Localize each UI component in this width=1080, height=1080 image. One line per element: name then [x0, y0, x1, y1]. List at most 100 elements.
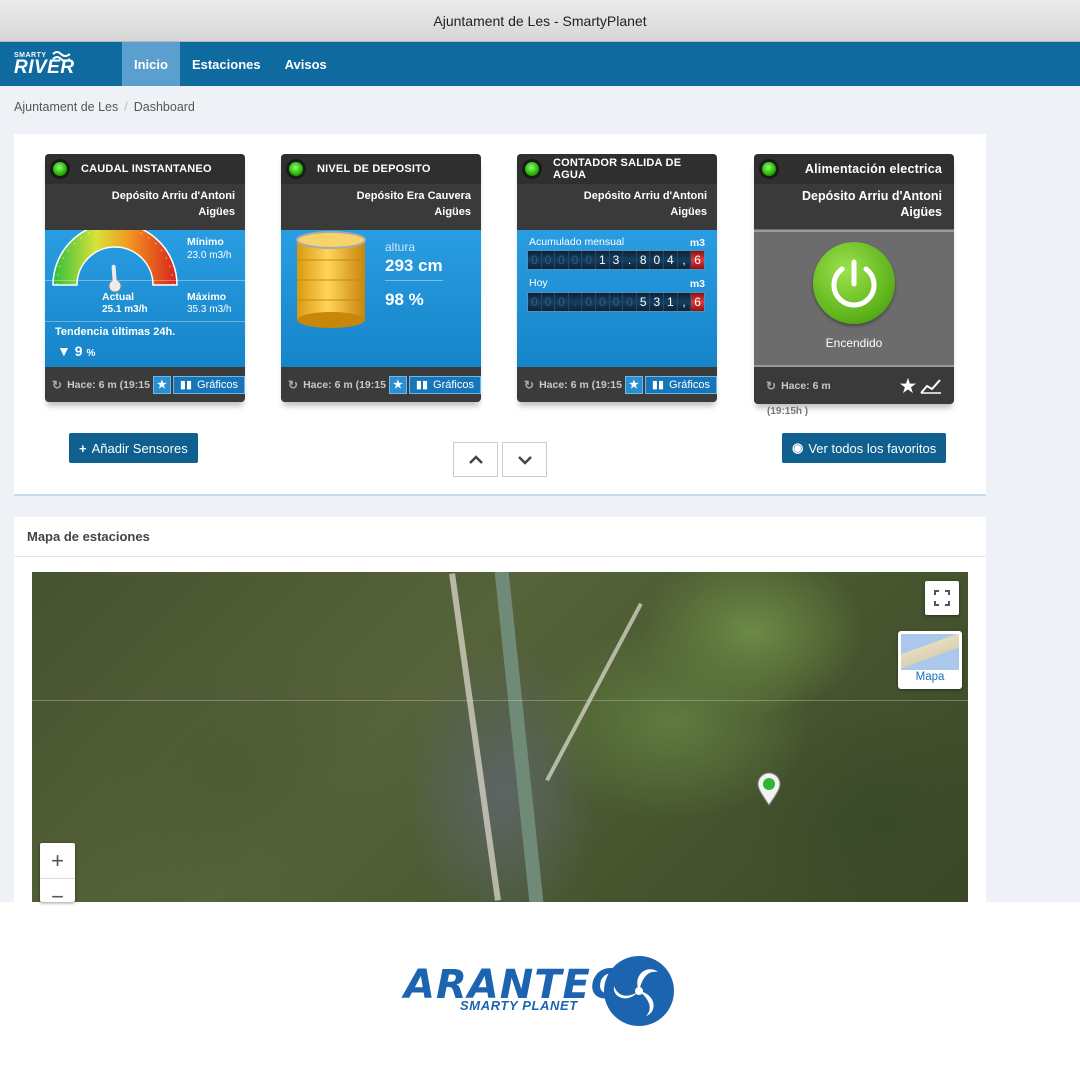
station-marker-icon[interactable] [756, 772, 782, 806]
height-value: 293 cm [385, 256, 443, 275]
widget-body: Encendido [754, 230, 954, 367]
fill-percent: 98 % [385, 290, 424, 309]
wave-icon [52, 51, 71, 62]
graphs-label: Gráficos [197, 378, 238, 391]
favorite-star-button[interactable]: ★ [624, 375, 643, 394]
nav-estaciones[interactable]: Estaciones [180, 42, 273, 86]
max-value: 35.3 m3/h [187, 304, 231, 315]
graphs-button[interactable]: ▮▮ Gráficos [172, 375, 245, 394]
top-navbar: SMARTY RIVER Inicio Estaciones Avisos [0, 42, 1080, 86]
zoom-out-button[interactable]: − [40, 879, 75, 903]
counter-digit: 0 [541, 251, 556, 269]
widget-sub: Aigües [670, 206, 707, 218]
widget-header: NIVEL DE DEPOSITO [281, 154, 481, 184]
max-number: 35.3 [187, 304, 207, 315]
counter-digit: 0 [541, 293, 556, 311]
counter-digit: 6 [691, 293, 704, 311]
stations-map[interactable] [32, 572, 968, 902]
refresh-icon[interactable]: ↻ [288, 378, 298, 392]
widget-sub: Aigües [198, 206, 235, 218]
max-unit: m3/h [209, 304, 232, 315]
map-layer-label: Mapa [915, 671, 945, 683]
monthly-label: Acumulado mensual [529, 236, 625, 248]
scroll-up-button[interactable] [453, 442, 498, 477]
logo-tagline: SMARTY PLANET [460, 998, 578, 1013]
widget-title: CAUDAL INSTANTANEO [81, 163, 212, 175]
map-thumbnail [901, 634, 959, 670]
window-titlebar: Ajuntament de Les - SmartyPlanet [0, 0, 1080, 42]
plus-icon: + [79, 440, 87, 456]
trend-divider [45, 321, 245, 322]
trend-value: ▼ 9 % [57, 343, 95, 359]
widget-header: CAUDAL INSTANTANEO [45, 154, 245, 184]
breadcrumb-item-home[interactable]: Ajuntament de Les [14, 100, 118, 114]
refresh-icon[interactable]: ↻ [766, 379, 776, 393]
trend-chart-icon[interactable] [920, 378, 942, 394]
counter-digit: 0 [609, 293, 624, 311]
widget-alimentacion: Alimentación electrica Depósito Arriu d'… [754, 154, 954, 404]
max-label: Máximo [187, 291, 227, 303]
counter-digit: 0 [528, 251, 542, 269]
counter-digit: 0 [582, 251, 597, 269]
widget-caudal: CAUDAL INSTANTANEO Depósito Arriu d'Anto… [45, 154, 245, 402]
widget-subtitle: Depósito Era Cauvera Aigües [281, 184, 481, 230]
widget-footer: ↻ Hace: 6 m (19:15 ★ ▮▮ Gráficos [517, 367, 717, 402]
arantec-logo: ARANTEC SMARTY PLANET [404, 952, 684, 1032]
counter-digit: 0 [568, 251, 583, 269]
refresh-icon[interactable]: ↻ [524, 378, 534, 392]
breadcrumb-separator: / [124, 100, 128, 114]
breadcrumb: Ajuntament de Les / Dashboard [14, 100, 195, 114]
counter-digit: 0 [596, 293, 610, 311]
widget-body: Mínimo 23.0 m3/h Actual 25.1 m3/h Máximo… [45, 230, 245, 367]
counter-digit: 0 [555, 251, 569, 269]
breadcrumb-item-dashboard: Dashboard [133, 100, 195, 114]
power-on-icon [813, 242, 895, 324]
power-state: Encendido [825, 336, 883, 350]
trend-label: Tendencia últimas 24h. [55, 326, 176, 338]
add-sensors-button[interactable]: + Añadir Sensores [69, 433, 198, 463]
counter-digit: 0 [555, 293, 569, 311]
widget-site: Depósito Arriu d'Antoni [802, 189, 942, 203]
refresh-icon[interactable]: ↻ [52, 378, 62, 392]
widget-body: Acumulado mensual m3 0000013.804,6 Hoy m… [517, 230, 717, 367]
height-label: altura [385, 240, 416, 254]
widget-body: altura 293 cm 98 % [281, 230, 481, 367]
today-unit: m3 [689, 278, 705, 290]
min-value: 23.0 m3/h [187, 250, 231, 261]
river-shape [494, 572, 544, 902]
updated-time-extra: (19:15h ) [767, 406, 809, 417]
counter-digit: 1 [596, 251, 610, 269]
widget-subtitle: Depósito Arriu d'Antoni Aigües [45, 184, 245, 230]
fullscreen-button[interactable] [925, 581, 959, 615]
map-layer-toggle[interactable]: Mapa [898, 631, 962, 689]
graphs-button[interactable]: ▮▮ Gráficos [408, 375, 481, 394]
bar-chart-icon: ▮▮ [179, 379, 193, 391]
favorite-star-icon[interactable]: ★ [900, 376, 916, 397]
zoom-in-button[interactable]: + [40, 843, 75, 878]
nav-avisos[interactable]: Avisos [273, 42, 339, 86]
updated-time: Hace: 6 m [781, 380, 831, 392]
widget-subtitle: Depósito Arriu d'Antoni Aigües [517, 184, 717, 230]
counter-digit: 1 [664, 293, 678, 311]
trend-unit: % [86, 348, 96, 359]
brand-logo[interactable]: SMARTY RIVER [0, 42, 122, 86]
chevron-up-icon [468, 454, 483, 464]
updated-time: Hace: 6 m (19:15 [539, 378, 622, 391]
min-label: Mínimo [187, 236, 224, 248]
view-favorites-button[interactable]: ◉ Ver todos los favoritos [782, 433, 947, 463]
chevron-down-icon [517, 455, 532, 465]
widget-site: Depósito Arriu d'Antoni [583, 190, 707, 202]
widget-title: Alimentación electrica [804, 162, 942, 176]
counter-digit: 5 [636, 293, 651, 311]
favorite-star-button[interactable]: ★ [388, 375, 407, 394]
scroll-down-button[interactable] [502, 442, 547, 477]
gauge-divider [45, 280, 245, 281]
counter-digit: . [623, 251, 637, 269]
counter-digit: 4 [664, 251, 678, 269]
value-divider [385, 280, 443, 281]
nav-inicio[interactable]: Inicio [122, 42, 180, 86]
graphs-button[interactable]: ▮▮ Gráficos [644, 375, 717, 394]
widget-sub: Aigües [434, 206, 471, 218]
bar-chart-icon: ▮▮ [651, 379, 665, 391]
favorite-star-button[interactable]: ★ [152, 375, 171, 394]
